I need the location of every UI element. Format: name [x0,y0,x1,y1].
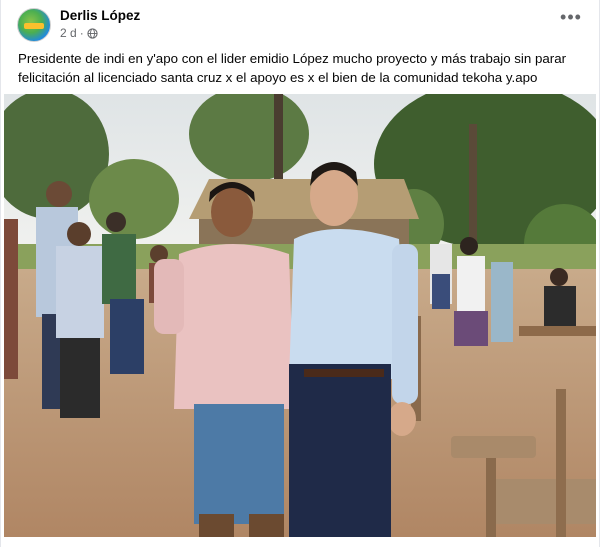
author-name[interactable]: Derlis López [60,8,140,23]
post-meta: 2 d · [60,26,98,40]
post-caption: Presidente de indi en y'apo con el lider… [18,49,588,87]
caption-line-2: felicitación al licenciado santa cruz x … [18,70,538,85]
post-header: Derlis López 2 d · ••• [17,8,583,42]
author-avatar[interactable] [17,8,51,42]
globe-icon [87,27,98,39]
photo-scene [4,94,596,537]
facebook-post: Derlis López 2 d · ••• Presidente de ind… [0,0,600,547]
post-timestamp[interactable]: 2 d [60,26,77,40]
post-photo[interactable] [4,94,596,537]
caption-line-1: Presidente de indi en y'apo con el lider… [18,51,567,66]
more-options-icon[interactable]: ••• [559,8,583,30]
meta-separator: · [79,26,84,40]
